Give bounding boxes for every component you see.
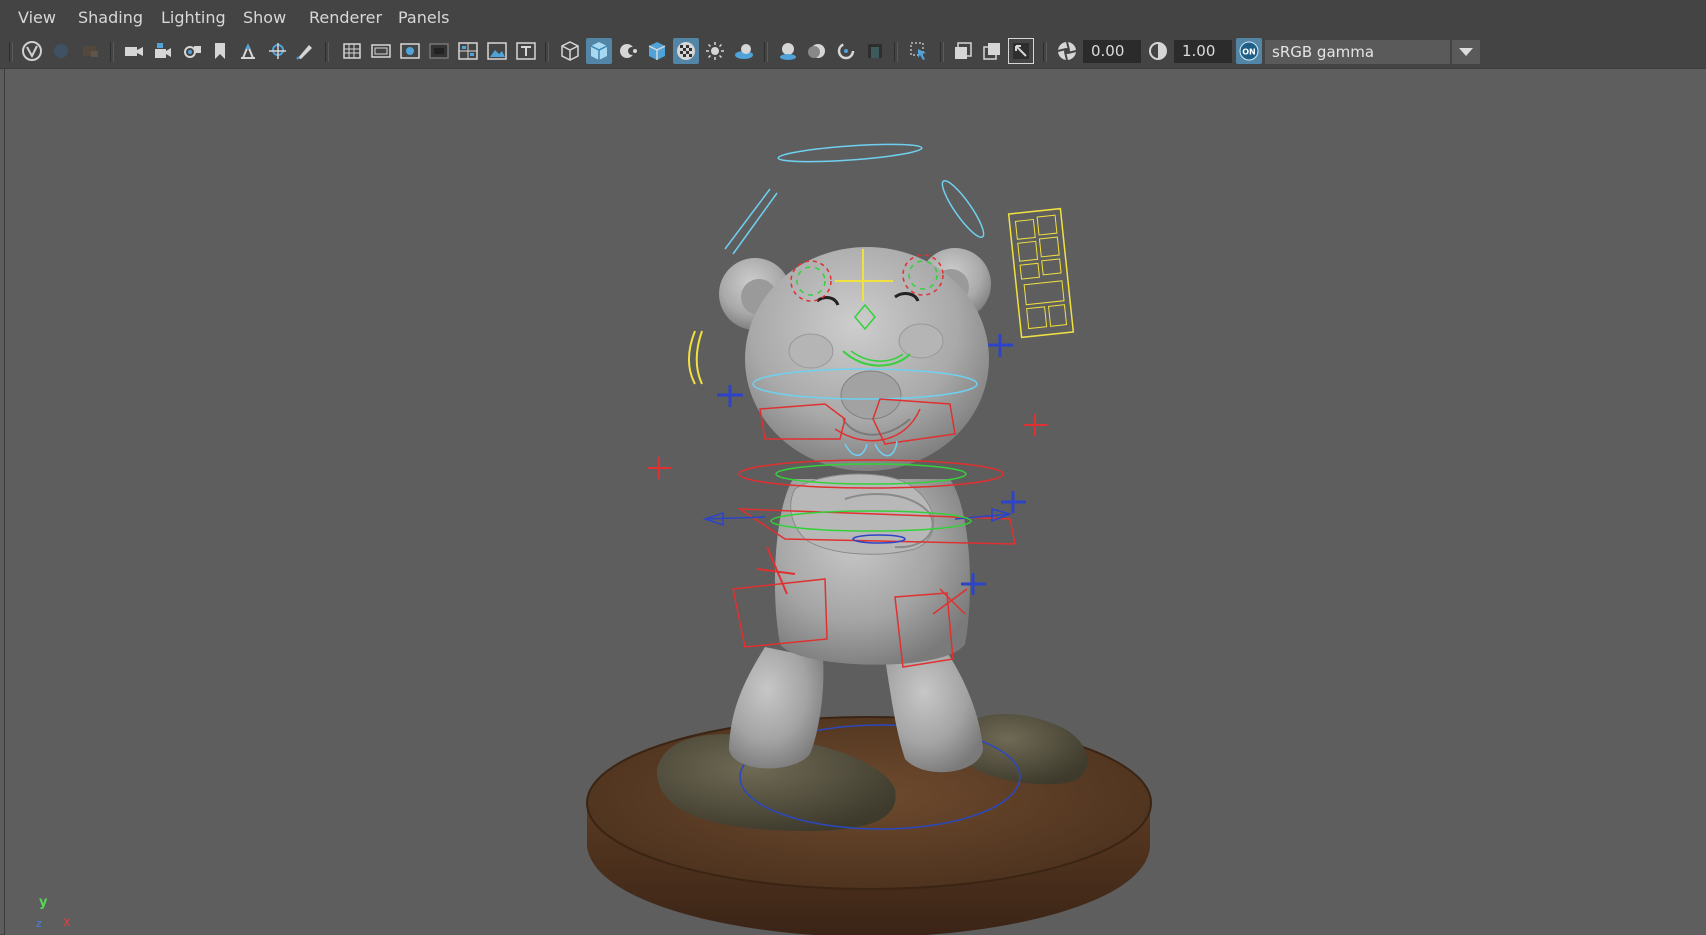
isolate-select-icon[interactable] (804, 38, 830, 64)
motion-blur-icon[interactable] (702, 38, 728, 64)
safe-action-icon[interactable] (397, 38, 423, 64)
grease-pencil-icon[interactable] (207, 38, 233, 64)
panel-menubar: View Shading Lighting Show Renderer Pane… (0, 0, 1706, 36)
toolbar-separator (110, 42, 114, 62)
toolbar-separator (894, 42, 898, 62)
gamma-icon[interactable] (1145, 38, 1171, 64)
toolbar-extra-icon-a[interactable] (950, 38, 976, 64)
exposure-icon[interactable] (1054, 38, 1080, 64)
toolbar-separator (9, 42, 13, 62)
smooth-shade-icon[interactable] (484, 38, 510, 64)
axis-label-x: x (63, 915, 71, 930)
axis-label-z: z (36, 917, 42, 930)
screen-space-ao-icon[interactable] (673, 38, 699, 64)
gate-mask-icon[interactable] (339, 38, 365, 64)
color-management-toggle-icon[interactable]: ON (1236, 38, 1262, 64)
xray-components-icon[interactable] (906, 38, 932, 64)
shadows-icon[interactable] (644, 38, 670, 64)
field-chart-icon[interactable] (368, 38, 394, 64)
xray-joints-icon[interactable] (862, 38, 888, 64)
menu-view[interactable]: View (18, 7, 56, 29)
grid-icon[interactable] (235, 38, 261, 64)
toolbar-separator (545, 42, 549, 62)
safe-title-icon[interactable] (426, 38, 452, 64)
lock-camera-icon[interactable] (48, 38, 74, 64)
toolbar-separator (764, 42, 768, 62)
toolbar-separator (940, 42, 944, 62)
menu-renderer[interactable]: Renderer (309, 7, 382, 29)
2d-pan-zoom-icon[interactable] (179, 38, 205, 64)
depth-of-field-icon[interactable] (775, 38, 801, 64)
panel-toolbar: 0.00 1.00 ON sRGB gamma (0, 36, 1706, 69)
camera-attributes-icon[interactable] (77, 38, 103, 64)
3d-viewport[interactable]: y z x (4, 68, 1706, 935)
textured-icon[interactable] (586, 38, 612, 64)
film-gate-icon[interactable] (264, 38, 290, 64)
menu-panels[interactable]: Panels (398, 7, 450, 29)
toolbar-extra-icon-b[interactable] (979, 38, 1005, 64)
color-management-badge: ON (1242, 48, 1256, 57)
color-space-dropdown[interactable]: sRGB gamma (1265, 40, 1450, 64)
bookmark-icon[interactable] (121, 38, 147, 64)
wireframe-on-shaded-icon[interactable] (557, 38, 583, 64)
image-plane-icon[interactable] (150, 38, 176, 64)
gamma-field[interactable]: 1.00 (1174, 40, 1232, 63)
viewport-scene (586, 143, 1152, 935)
menu-shading[interactable]: Shading (78, 7, 143, 29)
use-all-lights-icon[interactable] (615, 38, 641, 64)
wireframe-icon[interactable] (455, 38, 481, 64)
chevron-down-icon (1459, 48, 1473, 56)
menu-show[interactable]: Show (243, 7, 286, 29)
anti-aliasing-icon[interactable] (731, 38, 757, 64)
select-camera-icon[interactable] (19, 38, 45, 64)
color-space-dropdown-arrow[interactable] (1452, 40, 1480, 64)
menu-lighting[interactable]: Lighting (161, 7, 226, 29)
resolution-gate-icon[interactable] (292, 38, 318, 64)
exposure-field[interactable]: 0.00 (1083, 40, 1141, 63)
maya-viewport-panel: View Shading Lighting Show Renderer Pane… (0, 0, 1706, 935)
xray-icon[interactable] (833, 38, 859, 64)
toolbar-separator (325, 42, 329, 62)
axis-label-y: y (39, 895, 48, 910)
default-material-icon[interactable] (513, 38, 539, 64)
toolbar-separator (1043, 42, 1047, 62)
toolbar-extra-icon-c[interactable] (1008, 38, 1034, 64)
